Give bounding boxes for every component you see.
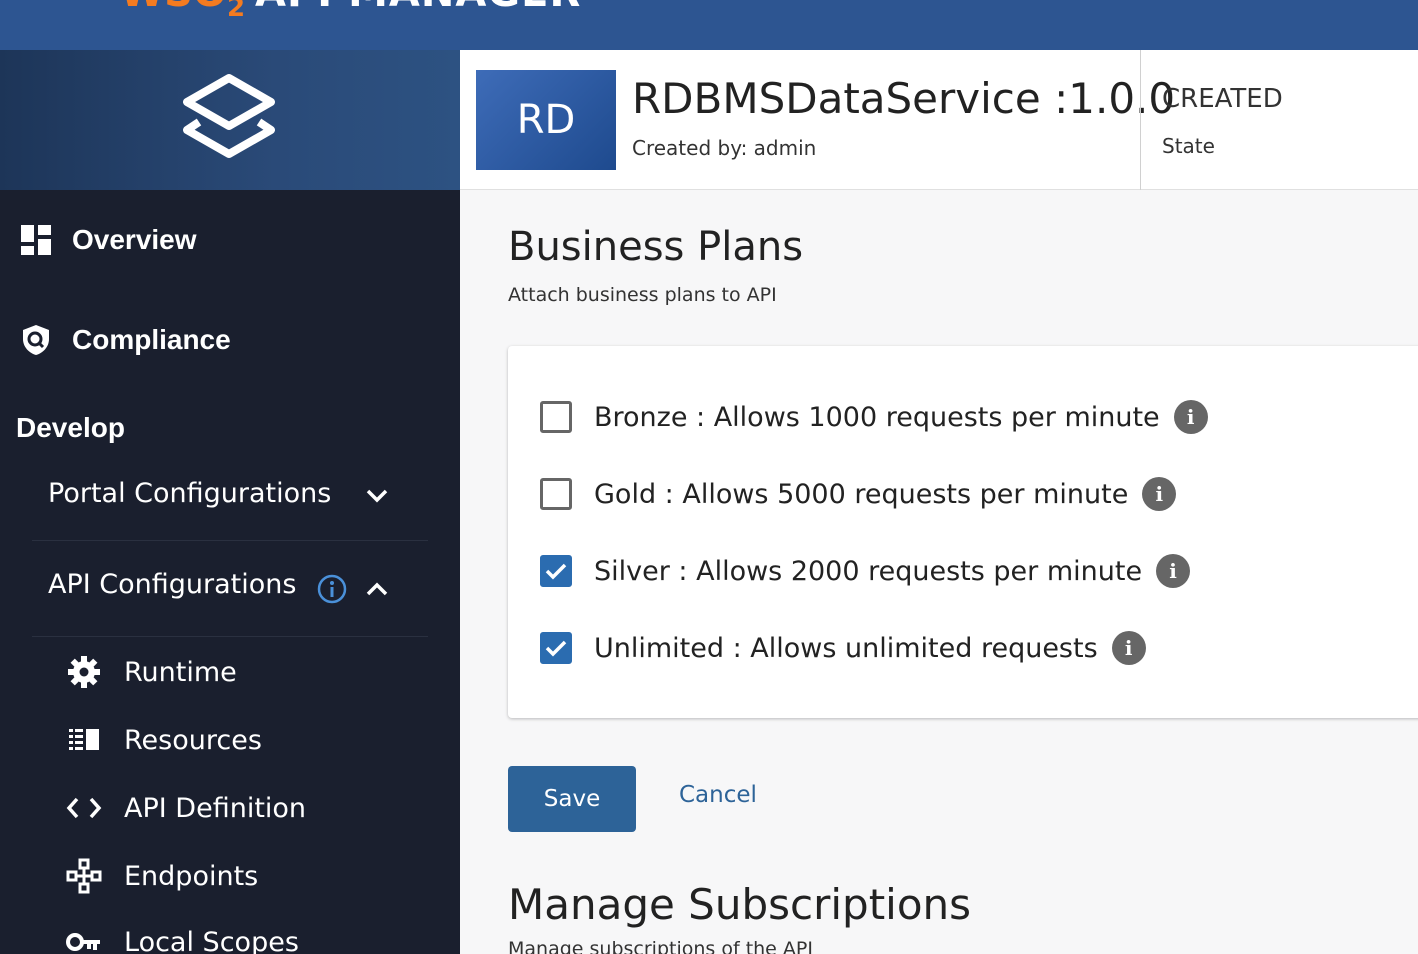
- api-state-label: State: [1162, 134, 1215, 158]
- gear-icon: [66, 654, 102, 690]
- endpoints-icon: [66, 858, 102, 894]
- sidebar-item-endpoints[interactable]: Endpoints: [66, 858, 258, 894]
- brand-subscript: 2: [226, 0, 246, 23]
- sidebar-item-api-definition[interactable]: API Definition: [66, 790, 306, 826]
- check-icon: [545, 563, 567, 580]
- cancel-button[interactable]: Cancel: [679, 782, 757, 808]
- info-icon[interactable]: i: [1111, 631, 1146, 665]
- sidebar-item-overview[interactable]: Overview: [0, 218, 460, 262]
- sidebar-item-resources[interactable]: Resources: [66, 722, 262, 758]
- plan-row-silver[interactable]: Silver : Allows 2000 requests per minute…: [540, 554, 1191, 588]
- save-button[interactable]: Save: [508, 766, 636, 832]
- sidebar-item-label: Resources: [124, 724, 262, 756]
- divider: [32, 636, 428, 637]
- plan-label: Gold : Allows 5000 requests per minute: [594, 478, 1129, 510]
- chevron-up-icon: [366, 582, 388, 596]
- page-title: Business Plans: [508, 224, 804, 270]
- sidebar-item-compliance[interactable]: Compliance: [0, 318, 460, 362]
- plan-label: Bronze : Allows 1000 requests per minute: [594, 401, 1160, 433]
- shield-icon: [23, 325, 49, 355]
- checkbox-silver[interactable]: [540, 555, 572, 587]
- checkbox-bronze[interactable]: [540, 401, 572, 433]
- section-heading-develop: Develop: [16, 412, 125, 443]
- sidebar-item-runtime[interactable]: Runtime: [66, 654, 237, 690]
- page-subtitle: Attach business plans to API: [508, 284, 777, 306]
- sidebar-item-label: Endpoints: [124, 860, 259, 892]
- plan-label: Unlimited : Allows unlimited requests: [594, 632, 1098, 664]
- api-header: RD RDBMSDataService :1.0.0 Created by: a…: [460, 50, 1418, 190]
- sidebar-item-local-scopes[interactable]: Local Scopes: [66, 924, 299, 954]
- info-icon[interactable]: i: [1142, 477, 1177, 511]
- sidebar-item-label: Runtime: [124, 656, 237, 688]
- sidebar-item-label: Overview: [72, 224, 197, 255]
- plan-label: Silver : Allows 2000 requests per minute: [594, 555, 1143, 587]
- sidebar-item-label: Portal Configurations: [48, 478, 332, 509]
- checkbox-unlimited[interactable]: [540, 632, 572, 664]
- sidebar-item-api-configurations[interactable]: API Configurations: [48, 569, 428, 604]
- api-title: RDBMSDataService :1.0.0: [632, 74, 1176, 123]
- sidebar-item-portal-configurations[interactable]: Portal Configurations: [48, 478, 428, 509]
- resources-icon: [66, 722, 102, 758]
- top-app-bar: WSO2 API MANAGER: [0, 0, 1418, 50]
- sidebar-item-label: Compliance: [72, 324, 231, 355]
- api-created-by: Created by: admin: [632, 136, 817, 160]
- checkbox-gold[interactable]: [540, 478, 572, 510]
- section-subtitle-manage-subscriptions: Manage subscriptions of the API: [508, 938, 813, 954]
- info-outline-icon[interactable]: [316, 573, 348, 605]
- plan-row-bronze[interactable]: Bronze : Allows 1000 requests per minute…: [540, 400, 1208, 434]
- info-icon[interactable]: i: [1156, 554, 1191, 588]
- api-state-value: CREATED: [1162, 84, 1283, 114]
- business-plans-card: Bronze : Allows 1000 requests per minute…: [508, 346, 1418, 718]
- key-icon: [66, 924, 102, 954]
- sidebar-api-logo: [0, 50, 460, 190]
- plan-row-unlimited[interactable]: Unlimited : Allows unlimited requests i: [540, 631, 1146, 665]
- plan-row-gold[interactable]: Gold : Allows 5000 requests per minute i: [540, 477, 1177, 511]
- brand-name: API MANAGER: [255, 0, 581, 16]
- menu-icon[interactable]: [48, 0, 94, 4]
- api-thumbnail: RD: [476, 70, 616, 170]
- check-icon: [545, 640, 567, 657]
- sidebar-item-label: API Configurations: [48, 569, 297, 600]
- dashboard-icon: [21, 225, 51, 255]
- code-icon: [66, 790, 102, 826]
- sidebar-item-label: API Definition: [124, 792, 307, 824]
- chevron-down-icon: [366, 489, 388, 503]
- sidebar-item-label: Local Scopes: [124, 926, 299, 954]
- layers-icon: [183, 74, 275, 158]
- sidebar: Overview Compliance Develop Portal Confi…: [0, 50, 460, 954]
- info-icon[interactable]: i: [1173, 400, 1208, 434]
- brand-prefix: WSO: [120, 0, 227, 16]
- divider: [1140, 50, 1141, 190]
- divider: [32, 540, 428, 541]
- section-title-manage-subscriptions: Manage Subscriptions: [508, 880, 972, 929]
- brand-logo[interactable]: WSO2 API MANAGER: [120, 0, 581, 23]
